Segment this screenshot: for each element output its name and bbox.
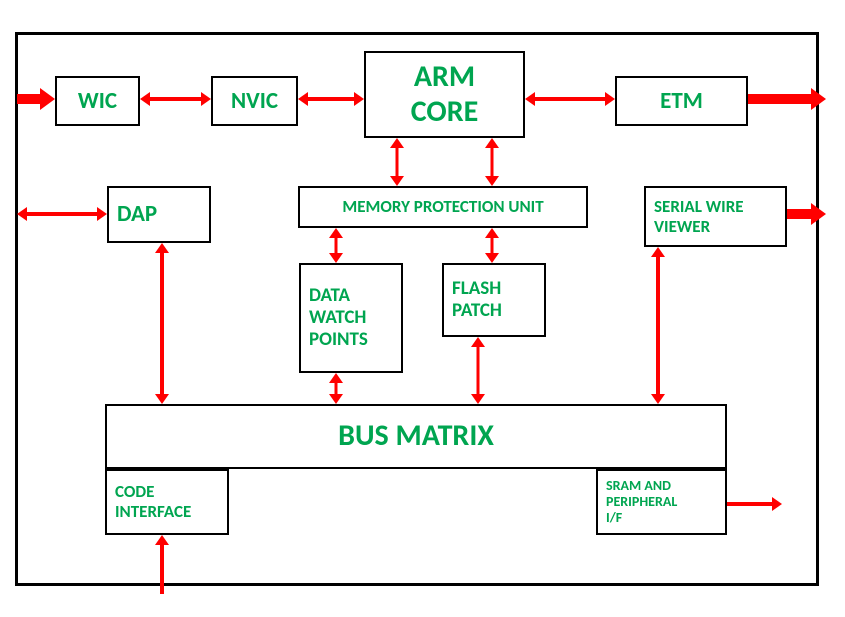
block-etm: ETM <box>615 76 748 126</box>
diagram-canvas: WIC NVIC ARMCORE ETM DAP MEMORY PROTECTION UN… <box>0 0 845 617</box>
block-mpu: MEMORY PROTECTION UNIT <box>298 186 588 228</box>
block-dap: DAP <box>107 186 211 243</box>
block-arm: ARMCORE <box>364 51 525 138</box>
block-swv: SERIAL WIREVIEWER <box>644 186 787 247</box>
block-dwp: DATAWATCHPOINTS <box>299 263 403 373</box>
block-fp: FLASHPATCH <box>442 263 546 337</box>
block-code_if: CODEINTERFACE <box>105 469 229 535</box>
block-sram_if: SRAM ANDPERIPHERALI/F <box>596 469 727 535</box>
block-bus: BUS MATRIX <box>105 404 727 469</box>
block-nvic: NVIC <box>211 76 298 126</box>
block-wic: WIC <box>55 76 140 126</box>
